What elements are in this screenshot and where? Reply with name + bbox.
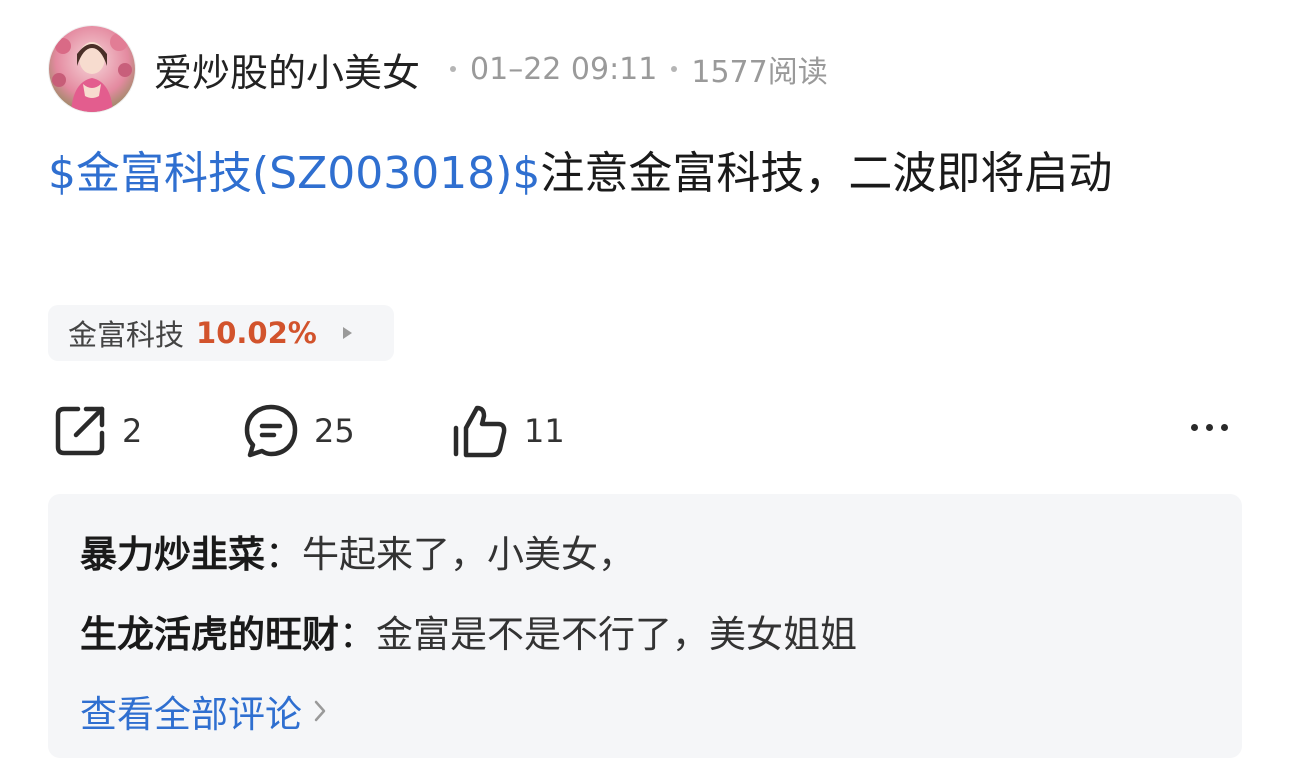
stock-chip-change: 10.02% — [196, 316, 317, 350]
stock-link[interactable]: $金富科技(SZ003018)$ — [48, 148, 540, 199]
avatar[interactable] — [48, 25, 136, 113]
comment-author[interactable]: 生龙活虎的旺财 — [80, 613, 339, 656]
play-arrow-icon — [342, 327, 352, 339]
like-icon — [453, 405, 507, 458]
share-icon — [55, 406, 105, 456]
comment-text: 牛起来了，小美女， — [302, 533, 635, 576]
comment-preview: 暴力炒韭菜：牛起来了，小美女， 生龙活虎的旺财：金富是不是不行了，美女姐姐 查看… — [48, 494, 1242, 758]
comment-colon: ： — [265, 533, 302, 576]
post-date: 01–22 09:11 — [470, 51, 658, 87]
stock-chip[interactable]: 金富科技 10.02% — [48, 305, 394, 361]
comment-icon — [244, 404, 298, 458]
post-meta: 01–22 09:11 1577阅读 — [436, 47, 828, 91]
separator-dot — [671, 66, 678, 72]
share-count: 2 — [122, 412, 143, 450]
like-count: 11 — [524, 412, 565, 450]
comment-text: 金富是不是不行了，美女姐姐 — [376, 613, 857, 656]
like-button[interactable]: 11 — [450, 400, 565, 462]
view-all-comments-link[interactable]: 查看全部评论 — [80, 684, 328, 738]
comment-button[interactable]: 25 — [242, 400, 355, 462]
comment-colon: ： — [339, 613, 376, 656]
stock-chip-name: 金富科技 — [68, 318, 185, 352]
separator-dot — [450, 66, 457, 72]
more-dot — [1191, 424, 1198, 431]
more-dot — [1221, 424, 1228, 431]
comment-count: 25 — [314, 412, 355, 450]
comment-item[interactable]: 暴力炒韭菜：牛起来了，小美女， — [80, 524, 635, 578]
more-dot — [1206, 424, 1213, 431]
share-button[interactable]: 2 — [52, 400, 142, 462]
comment-author[interactable]: 暴力炒韭菜 — [80, 533, 265, 576]
more-icon[interactable] — [1191, 424, 1228, 431]
post-text: 注意金富科技，二波即将启动 — [540, 148, 1113, 199]
view-all-label: 查看全部评论 — [80, 693, 302, 736]
post-body: $金富科技(SZ003018)$注意金富科技，二波即将启动 — [48, 138, 1208, 210]
post-header: 爱炒股的小美女 01–22 09:11 1577阅读 — [48, 24, 828, 114]
comment-item[interactable]: 生龙活虎的旺财：金富是不是不行了，美女姐姐 — [80, 604, 857, 658]
read-count: 1577阅读 — [691, 55, 828, 90]
chevron-right-icon — [314, 700, 326, 722]
username[interactable]: 爱炒股的小美女 — [154, 42, 420, 97]
action-bar: 2 25 11 — [48, 400, 1238, 462]
